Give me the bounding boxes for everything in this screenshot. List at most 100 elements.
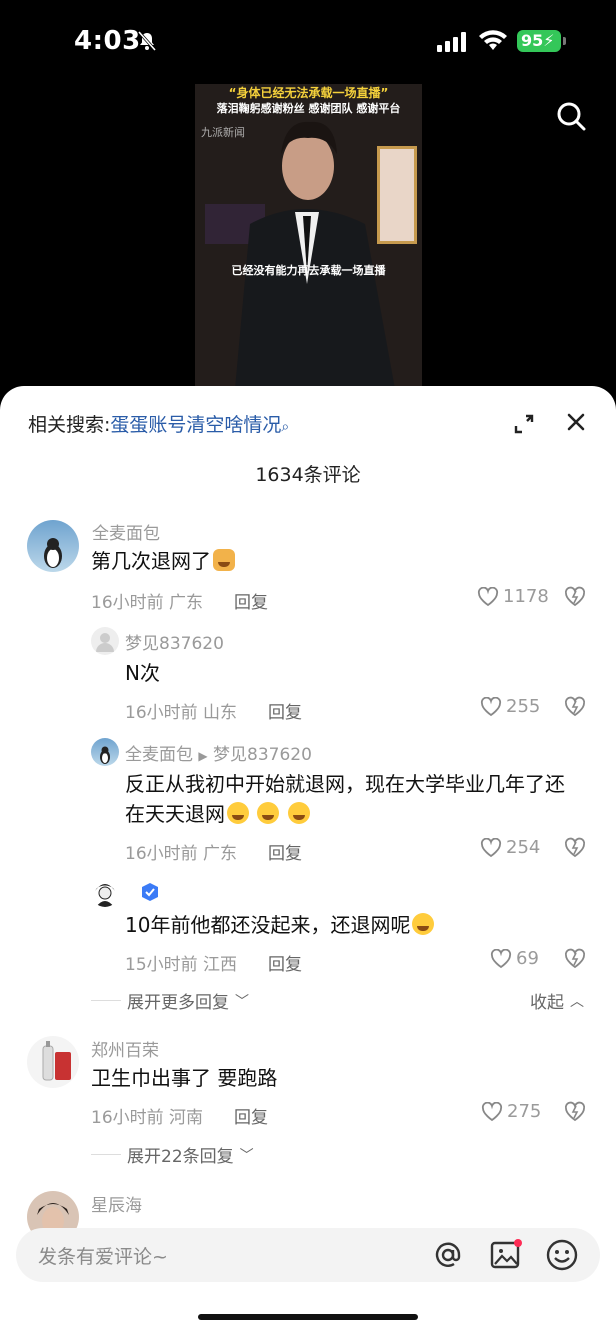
divider-line [91, 1154, 121, 1155]
reply-button[interactable]: 回复 [234, 1103, 268, 1128]
doge-emoji-icon [213, 549, 235, 571]
laugh-cry-emoji-icon [227, 802, 249, 824]
like-button[interactable]: 254 [480, 837, 540, 858]
comment-region: 河南 [169, 1108, 204, 1128]
battery-level: 95 [521, 31, 544, 50]
like-count: 69 [516, 948, 539, 969]
comment-region: 广东 [169, 593, 204, 613]
like-button[interactable]: 69 [490, 948, 539, 969]
wifi-icon [479, 30, 507, 50]
heart-icon [480, 837, 502, 857]
divider-line [91, 1000, 121, 1001]
comment-region: 山东 [203, 703, 238, 723]
comment-username[interactable]: 全麦面包 [92, 519, 160, 544]
comment-username[interactable]: 全麦面包 ▶ 梦见837620 [125, 740, 312, 765]
search-icon[interactable] [555, 100, 587, 132]
close-icon[interactable] [564, 410, 588, 434]
comment-time: 16小时前 [125, 703, 198, 723]
emoji-icon[interactable] [545, 1238, 579, 1272]
avatar[interactable] [91, 879, 119, 907]
status-bar: 4:03 95⚡ [0, 0, 616, 84]
like-count: 275 [507, 1101, 542, 1122]
heart-icon [480, 696, 502, 716]
reply-button[interactable]: 回复 [268, 950, 302, 975]
comment-time: 16小时前 [125, 844, 198, 864]
at-mention-icon[interactable] [431, 1238, 465, 1272]
comment-input-bar[interactable]: 发条有爱评论~ [16, 1228, 600, 1282]
comment-time: 16小时前 [91, 1108, 164, 1128]
collapse-replies[interactable]: 收起 ︿ [530, 988, 584, 1013]
comment-username[interactable]: 郑州百荣 [91, 1036, 159, 1061]
reply-button[interactable]: 回复 [268, 839, 302, 864]
reply-button[interactable]: 回复 [234, 588, 268, 613]
video-caption-subtitle: 落泪鞠躬感谢粉丝 感谢团队 感谢平台 [216, 102, 401, 115]
expand-replies[interactable]: 展开22条回复 ﹀ [91, 1142, 254, 1167]
like-count: 255 [506, 696, 541, 717]
bell-muted-icon [137, 31, 157, 51]
comment-text: 10年前他都还没起来，还退网呢 [125, 910, 435, 940]
dislike-icon[interactable] [564, 837, 586, 859]
laugh-cry-emoji-icon [287, 802, 310, 824]
like-button[interactable]: 1178 [477, 586, 549, 607]
comment-time: 16小时前 [91, 593, 164, 613]
comment-region: 广东 [203, 844, 238, 864]
default-user-icon [96, 633, 114, 652]
battery-indicator: 95⚡ [517, 30, 561, 52]
comment-text-content: 在天天退网 [125, 802, 225, 826]
comment-username-text: 全麦面包 [125, 745, 193, 765]
video-caption-title: “身体已经无法承载一场直播” [228, 86, 389, 100]
verified-badge-icon [142, 883, 158, 901]
laugh-cry-emoji-icon [257, 802, 280, 824]
chevron-down-icon: ﹀ [239, 1147, 254, 1164]
chevron-up-icon: ︿ [570, 993, 584, 1010]
comment-username[interactable]: 梦见837620 [125, 629, 224, 654]
status-time: 4:03 [74, 26, 141, 56]
expand-icon[interactable] [512, 412, 536, 436]
product-bottle-avatar-icon [42, 1041, 71, 1081]
related-search-label: 相关搜索: [28, 414, 111, 436]
related-search-icon: ⌕ [281, 419, 290, 435]
like-count: 254 [506, 837, 541, 858]
comment-meta: 15小时前 江西 [125, 950, 237, 975]
collapse-label: 收起 [530, 993, 564, 1013]
avatar[interactable] [91, 738, 119, 766]
like-button[interactable]: 255 [480, 696, 540, 717]
comment-sheet: 相关搜索:蛋蛋账号清空啥情况⌕ 1634条评论 全麦面包 第几次退网了 16小时… [0, 386, 616, 1335]
image-picker-icon[interactable] [489, 1238, 523, 1272]
comment-text-content: 第几次退网了 [91, 549, 211, 573]
cellular-signal-icon [437, 32, 466, 52]
related-search[interactable]: 相关搜索:蛋蛋账号清空啥情况⌕ [28, 410, 289, 437]
expand-more-label: 展开更多回复 [127, 993, 229, 1013]
related-search-query[interactable]: 蛋蛋账号清空啥情况 [110, 414, 281, 436]
expand-more-replies[interactable]: 展开更多回复 ﹀ [91, 988, 249, 1013]
avatar[interactable] [27, 1036, 79, 1088]
comment-input-placeholder[interactable]: 发条有爱评论~ [38, 1242, 168, 1269]
like-count: 1178 [503, 586, 549, 607]
avatar[interactable] [27, 520, 79, 572]
reply-arrow-icon: ▶ [198, 749, 208, 763]
reply-button[interactable]: 回复 [268, 698, 302, 723]
comment-text: N次 [125, 661, 160, 685]
penguin-avatar-icon [100, 746, 110, 764]
video-subtitle: 已经没有能力再去承载一场直播 [231, 264, 386, 277]
comment-username[interactable]: 星辰海 [91, 1191, 142, 1216]
comment-time: 15小时前 [125, 955, 198, 975]
video-player[interactable]: “身体已经无法承载一场直播” 落泪鞠躬感谢粉丝 感谢团队 感谢平台 九派新闻 已… [195, 84, 422, 389]
battery-nub [563, 37, 566, 45]
picture-frame [377, 146, 417, 244]
heart-icon [477, 586, 499, 606]
comment-meta: 16小时前 广东 [125, 839, 237, 864]
reply-to-username[interactable]: 梦见837620 [213, 745, 312, 765]
video-watermark: 九派新闻 [201, 126, 245, 139]
heart-icon [490, 948, 512, 968]
comment-count: 1634条评论 [255, 464, 361, 486]
dislike-icon[interactable] [564, 1101, 586, 1123]
comment-meta: 16小时前 山东 [125, 698, 237, 723]
dislike-icon[interactable] [564, 948, 586, 970]
dislike-icon[interactable] [564, 586, 586, 608]
avatar[interactable] [91, 627, 119, 655]
comment-meta: 16小时前 河南 [91, 1103, 203, 1128]
dislike-icon[interactable] [564, 696, 586, 718]
like-button[interactable]: 275 [481, 1101, 541, 1122]
home-indicator[interactable] [198, 1314, 418, 1320]
